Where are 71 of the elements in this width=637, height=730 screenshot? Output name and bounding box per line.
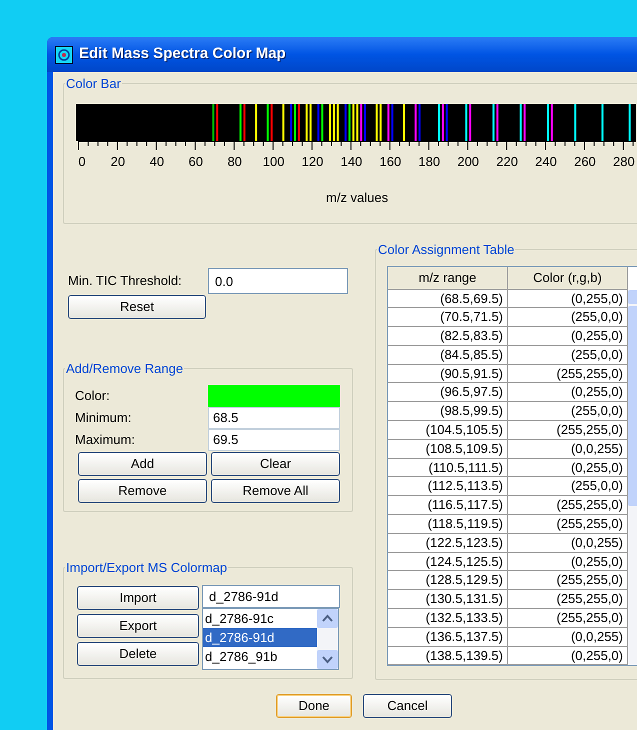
button[interactable]: Delete (77, 642, 199, 666)
table-cell: (118.5,119.5) (388, 515, 508, 534)
list-item[interactable]: d_2786_91b (203, 647, 317, 666)
minimum-label: Minimum: (75, 408, 132, 427)
axis-label: 260 (574, 152, 596, 170)
table-cell: (110.5,111.5) (388, 458, 508, 478)
table-cell: (70.5,71.5) (388, 308, 508, 328)
axis-label: 200 (457, 152, 480, 170)
table-scrollbar[interactable] (628, 290, 637, 666)
group-title: Color Assignment Table (377, 241, 516, 259)
button[interactable]: Reset (68, 295, 206, 319)
button[interactable]: Export (77, 614, 199, 638)
table-cell: (84.5,85.5) (388, 346, 508, 365)
maximum-label: Maximum: (75, 430, 136, 449)
list-item[interactable]: d_2786-91d (203, 628, 317, 647)
axis-label: 140 (340, 152, 362, 170)
table-cell: (136.5,137.5) (388, 628, 508, 647)
minimum-field[interactable]: 68.5 (208, 406, 340, 428)
threshold-label: Min. TIC Threshold: (68, 272, 183, 290)
table-cell: (98.5,99.5) (388, 402, 508, 422)
button[interactable]: Remove All (211, 478, 340, 502)
axis-label: 160 (380, 152, 402, 170)
app-icon (55, 46, 73, 64)
axis-label: 60 (188, 152, 203, 170)
axis-label: 80 (227, 152, 242, 170)
table-cell: (90.5,91.5) (388, 364, 508, 384)
button[interactable]: Done (276, 694, 352, 718)
axis-label: 100 (262, 152, 284, 170)
group-title: Color Bar (65, 75, 122, 93)
column-header[interactable]: m/z range (388, 266, 508, 290)
axis-label: 40 (150, 152, 164, 170)
table-cell: (112.5,113.5) (388, 477, 508, 496)
button[interactable]: Add (78, 452, 207, 476)
list-item[interactable]: d_2786-91c (203, 609, 317, 628)
button[interactable]: Import (77, 586, 199, 610)
group-title: Import/Export MS Colormap (65, 558, 228, 577)
axis-label: 180 (418, 152, 440, 170)
axis-label: 0 (78, 152, 86, 170)
table-cell: (124.5,125.5) (388, 552, 508, 572)
table-cell: (82.5,83.5) (388, 327, 508, 346)
axis-label: 220 (496, 152, 518, 170)
table-cell: (108.5,109.5) (388, 440, 508, 459)
maximum-field[interactable]: 69.5 (208, 428, 340, 450)
table-cell: (68.5,69.5) (388, 290, 508, 308)
axis-label: 240 (535, 152, 557, 170)
table-cell: (104.5,105.5) (388, 421, 508, 440)
color-swatch[interactable] (208, 384, 340, 406)
scrollbar[interactable] (317, 609, 338, 669)
color-label: Color: (75, 386, 111, 405)
button[interactable]: Remove (78, 478, 207, 502)
table-cell: (116.5,117.5) (388, 496, 508, 516)
column-header[interactable]: Color (r,g,b) (508, 266, 628, 290)
table-cell: (96.5,97.5) (388, 383, 508, 402)
table-cell: (128.5,129.5) (388, 571, 508, 590)
scroll-up-icon[interactable] (317, 609, 338, 628)
threshold-field[interactable]: 0.0 (208, 268, 348, 294)
colormap-name-field[interactable]: d_2786-91d (202, 585, 340, 608)
table-cell: (0,255,0) (508, 290, 628, 308)
button[interactable]: Clear (211, 452, 340, 476)
button[interactable]: Cancel (363, 694, 452, 718)
axis-title: m/z values (326, 188, 388, 206)
table-cell: (130.5,131.5) (388, 590, 508, 610)
axis-label: 280 (613, 152, 635, 170)
scroll-down-icon[interactable] (317, 650, 338, 669)
table-cell: (138.5,139.5) (388, 646, 508, 666)
table-cell: (122.5,123.5) (388, 534, 508, 553)
table-cell: (132.5,133.5) (388, 609, 508, 628)
axis-label: 120 (302, 152, 324, 170)
axis-label: 20 (110, 152, 126, 170)
group-title: Add/Remove Range (65, 360, 184, 378)
window-title: Edit Mass Spectra Color Map (79, 44, 286, 64)
